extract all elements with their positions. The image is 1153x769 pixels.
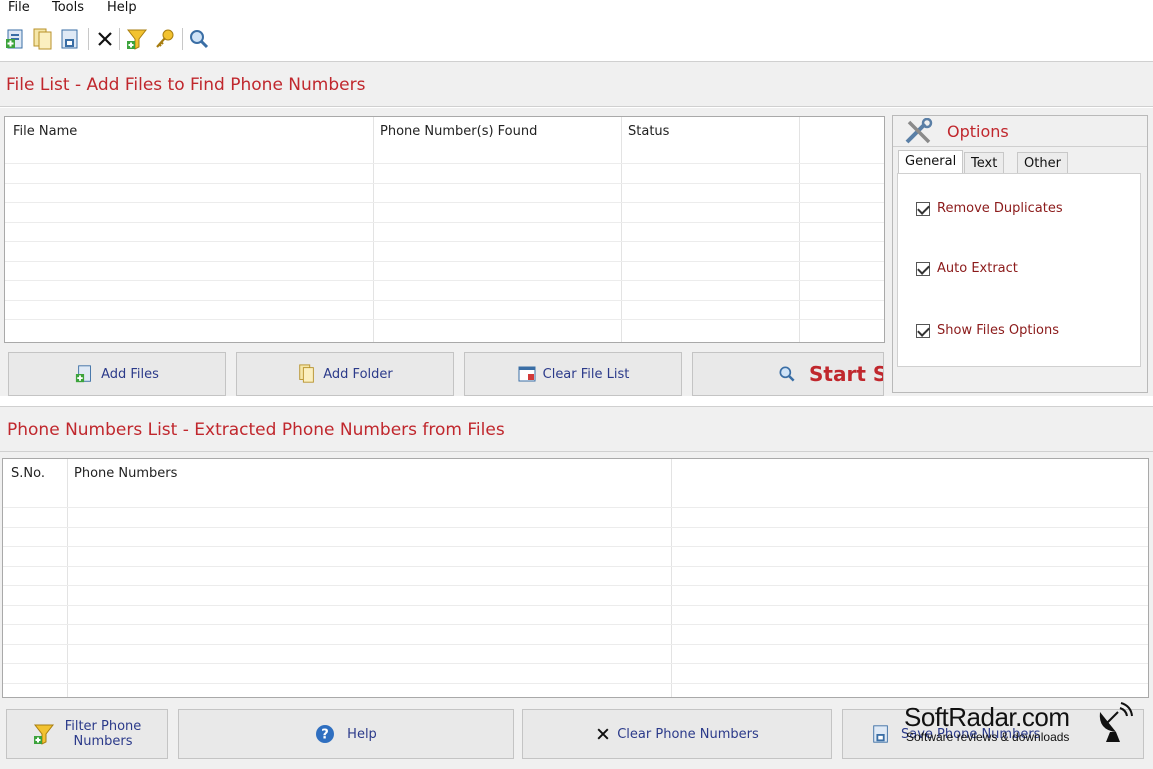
grid-row-line xyxy=(5,319,884,320)
auto-extract-option[interactable]: Auto Extract xyxy=(916,261,1018,276)
grid-row-line xyxy=(5,183,884,184)
auto-extract-checkbox[interactable] xyxy=(916,261,930,276)
search-icon[interactable] xyxy=(187,26,211,52)
clear-phone-numbers-label: Clear Phone Numbers xyxy=(617,726,759,742)
add-folder-label: Add Folder xyxy=(323,366,393,382)
grid-row-line xyxy=(5,241,884,242)
phone-list-title: Phone Numbers List - Extracted Phone Num… xyxy=(7,420,505,440)
column-serial-number[interactable]: S.No. xyxy=(11,466,45,481)
options-panel: Options General Text Other Remove Duplic… xyxy=(892,115,1148,393)
grid-row-line xyxy=(3,507,1148,508)
file-list-grid[interactable]: File Name Phone Number(s) Found Status xyxy=(4,116,885,343)
menu-bar: File Tools Help xyxy=(0,0,1153,18)
phone-list-grid-header: S.No. Phone Numbers xyxy=(3,459,1148,487)
watermark-title: SoftRadar.com xyxy=(904,702,1070,732)
column-phone-numbers[interactable]: Phone Numbers xyxy=(74,466,177,481)
column-file-name[interactable]: File Name xyxy=(13,124,77,139)
column-divider xyxy=(373,117,374,342)
toolbar-separator xyxy=(119,28,120,50)
grid-row-line xyxy=(3,566,1148,567)
grid-row-line xyxy=(3,605,1148,606)
filter-icon xyxy=(33,722,55,746)
show-files-options-option[interactable]: Show Files Options xyxy=(916,323,1059,338)
grid-row-line xyxy=(3,663,1148,664)
clear-file-list-button[interactable]: Clear File List xyxy=(464,352,682,396)
clear-file-list-label: Clear File List xyxy=(542,366,630,382)
grid-row-line xyxy=(3,585,1148,586)
add-files-button[interactable]: Add Files xyxy=(8,352,226,396)
phone-list-grid[interactable]: S.No. Phone Numbers xyxy=(2,458,1149,698)
search-icon xyxy=(777,364,797,384)
grid-row-line xyxy=(3,546,1148,547)
toolbar-separator xyxy=(182,28,183,50)
softradar-watermark: SoftRadar.com Software reviews & downloa… xyxy=(900,702,1140,748)
file-list-title: File List - Add Files to Find Phone Numb… xyxy=(6,75,366,95)
help-icon: ? xyxy=(315,724,335,744)
start-search-label: Start Se xyxy=(809,362,883,386)
file-list-header: File List - Add Files to Find Phone Numb… xyxy=(0,61,1153,107)
menu-help[interactable]: Help xyxy=(107,0,137,16)
add-files-icon[interactable] xyxy=(4,26,28,52)
filter-icon[interactable] xyxy=(125,26,149,52)
add-folder-icon xyxy=(297,363,317,385)
filter-phone-numbers-button[interactable]: Filter Phone Numbers xyxy=(6,709,168,759)
grid-row-line xyxy=(5,163,884,164)
grid-row-line xyxy=(5,280,884,281)
grid-row-line xyxy=(3,644,1148,645)
add-files-label: Add Files xyxy=(101,366,159,382)
column-divider xyxy=(799,117,800,342)
options-title: Options xyxy=(947,122,1009,141)
options-header: Options xyxy=(893,116,1147,147)
key-icon[interactable] xyxy=(153,26,177,52)
start-search-button[interactable]: Start Se xyxy=(692,352,884,396)
help-label: Help xyxy=(347,726,377,742)
toolbar-separator xyxy=(88,28,89,50)
watermark-subtitle: Software reviews & downloads xyxy=(906,730,1070,744)
auto-extract-label: Auto Extract xyxy=(937,261,1018,276)
general-tab-content: Remove Duplicates Auto Extract Show File… xyxy=(897,173,1141,367)
tab-text[interactable]: Text xyxy=(964,152,1005,174)
show-files-options-label: Show Files Options xyxy=(937,323,1060,338)
file-list-grid-header: File Name Phone Number(s) Found Status xyxy=(5,117,884,145)
filter-phone-numbers-label: Filter Phone Numbers xyxy=(65,719,142,749)
grid-row-line xyxy=(3,624,1148,625)
grid-row-line xyxy=(3,683,1148,684)
satellite-dish-icon xyxy=(1094,702,1134,748)
tab-general[interactable]: General xyxy=(898,150,964,174)
toolbar xyxy=(0,22,1153,58)
add-folder-button[interactable]: Add Folder xyxy=(236,352,454,396)
save-icon[interactable] xyxy=(58,26,82,52)
menu-file[interactable]: File xyxy=(8,0,30,16)
tab-other[interactable]: Other xyxy=(1017,152,1068,174)
grid-row-line xyxy=(5,261,884,262)
filter-label-line1: Filter Phone xyxy=(64,719,142,734)
grid-row-line xyxy=(5,202,884,203)
clear-phone-numbers-button[interactable]: Clear Phone Numbers xyxy=(522,709,832,759)
phone-list-header: Phone Numbers List - Extracted Phone Num… xyxy=(0,406,1153,452)
column-status[interactable]: Status xyxy=(628,124,669,139)
column-phone-found[interactable]: Phone Number(s) Found xyxy=(380,124,537,139)
clear-icon xyxy=(595,726,611,742)
column-divider xyxy=(621,117,622,342)
menu-tools[interactable]: Tools xyxy=(52,0,84,16)
tools-icon xyxy=(903,117,935,150)
help-button[interactable]: ? Help xyxy=(178,709,514,759)
remove-duplicates-checkbox[interactable] xyxy=(916,201,930,216)
filter-label-line2: Numbers xyxy=(73,734,133,749)
clear-icon[interactable] xyxy=(93,26,117,52)
save-icon xyxy=(871,723,891,745)
grid-row-line xyxy=(5,222,884,223)
show-files-options-checkbox[interactable] xyxy=(916,323,930,338)
grid-row-line xyxy=(3,527,1148,528)
remove-duplicates-option[interactable]: Remove Duplicates xyxy=(916,201,1063,216)
grid-row-line xyxy=(5,300,884,301)
svg-text:?: ? xyxy=(321,728,329,743)
clear-list-icon xyxy=(517,364,537,384)
add-folder-icon[interactable] xyxy=(31,26,55,52)
remove-duplicates-label: Remove Duplicates xyxy=(937,201,1063,216)
add-files-icon xyxy=(75,363,95,385)
